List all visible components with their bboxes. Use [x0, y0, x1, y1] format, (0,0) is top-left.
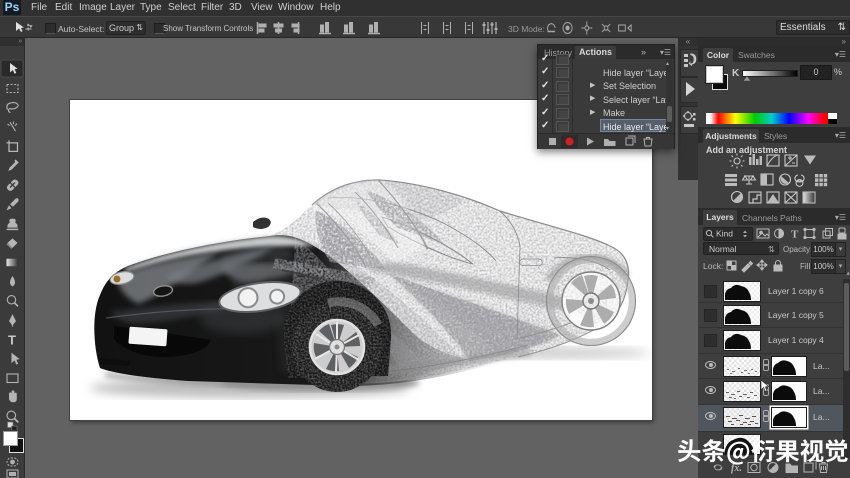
- svg-text:T: T: [8, 332, 16, 347]
- svg-text:Kind: Kind: [716, 229, 733, 239]
- svg-text:T: T: [791, 229, 799, 241]
